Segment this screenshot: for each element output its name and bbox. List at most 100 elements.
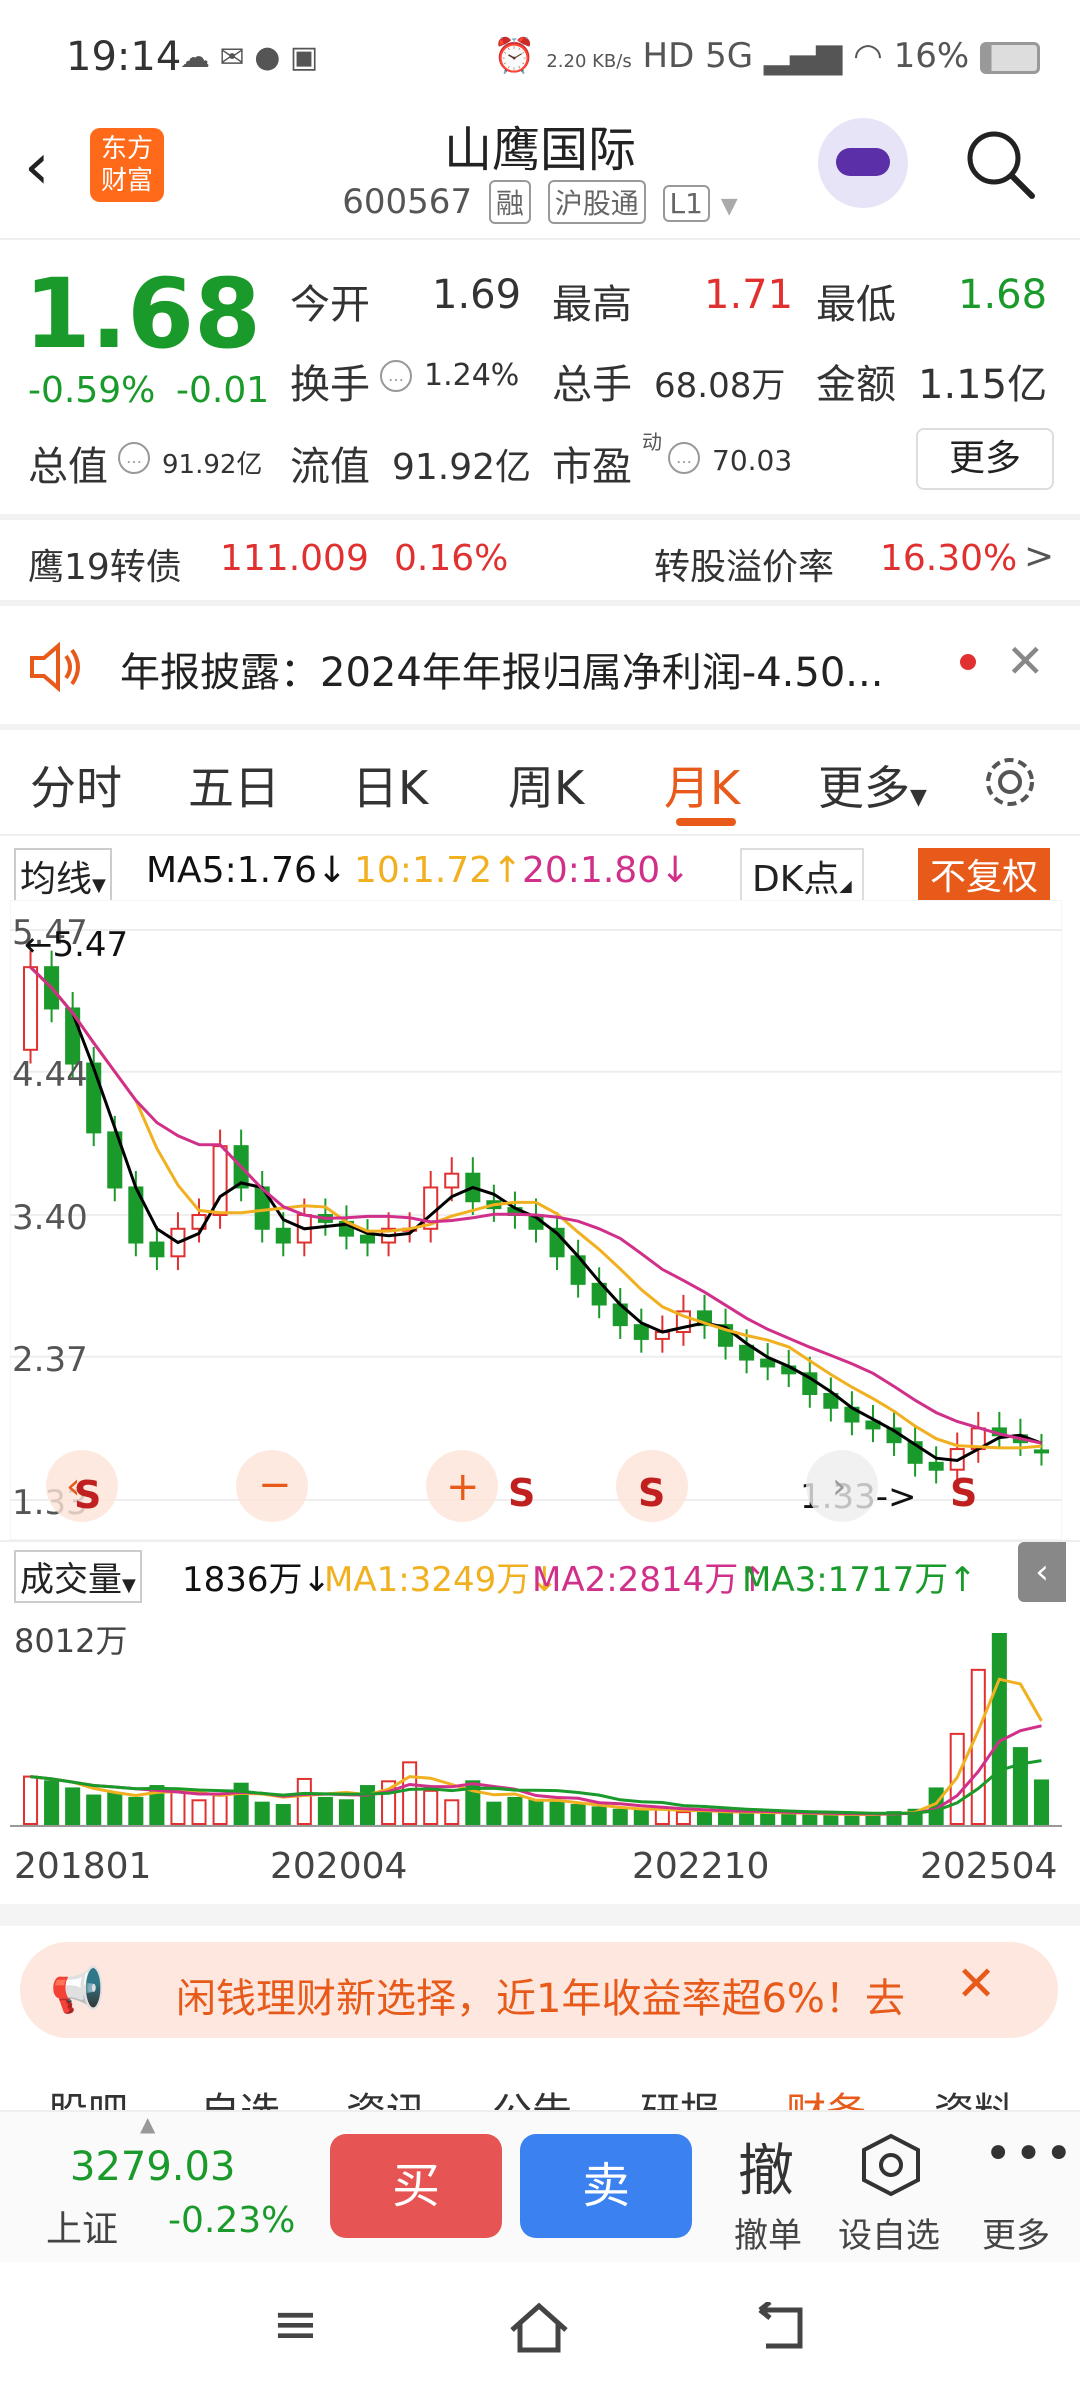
status-clock: 19:14 [66, 34, 182, 80]
volume-bar [107, 1792, 123, 1826]
settings-gear-icon[interactable] [980, 752, 1040, 812]
divider [0, 514, 1080, 520]
volume-bar [23, 1775, 39, 1825]
peek-tab[interactable]: 自选 [200, 2080, 280, 2110]
cancel-order-icon[interactable]: 撤 [738, 2126, 794, 2207]
notice-bar[interactable]: 年报披露：2024年年报归属净利润-4.50... ✕ [0, 612, 1080, 722]
buy-button[interactable]: 买 [330, 2134, 502, 2238]
home-icon[interactable] [506, 2300, 572, 2356]
status-right: ⏰ 2.20 KB/s HD 5G ▂▄▆ ◠ 16% [493, 36, 1040, 76]
add-watchlist-label[interactable]: 设自选 [838, 2208, 940, 2257]
index-value[interactable]: 3279.03 [70, 2144, 235, 2190]
volume-bar [507, 1796, 523, 1825]
close-icon[interactable]: ✕ [1006, 634, 1045, 688]
promo-banner[interactable]: 📢 闲钱理财新选择，近1年收益率超6%！去 ✕ [20, 1942, 1058, 2038]
volume-bar [317, 1796, 333, 1825]
mktcap-label: 总值 [28, 444, 108, 490]
promo-text: 闲钱理财新选择，近1年收益率超6%！去 [176, 1976, 905, 2022]
more-dots-icon[interactable]: ••• [984, 2126, 1075, 2182]
premium-value: 16.30% [880, 538, 1018, 579]
ma-selector[interactable]: 均线▼ [14, 848, 112, 904]
unread-dot [960, 654, 976, 670]
volume-bar [86, 1794, 102, 1825]
volume-bar [212, 1794, 228, 1825]
volume-bar [612, 1808, 628, 1826]
alarm-icon: ⏰ [493, 36, 536, 76]
status-bar: 19:14 ☁ ✉ ● ▣ ⏰ 2.20 KB/s HD 5G ▂▄▆ ◠ 16… [0, 0, 1080, 110]
dk-button[interactable]: DK点◢ [740, 848, 864, 904]
watchlist-hexagon-icon[interactable] [858, 2132, 924, 2198]
more-label[interactable]: 更多 [982, 2208, 1050, 2257]
battery-level: 16% [893, 36, 970, 76]
tab-intraday[interactable]: 分时 [30, 752, 122, 818]
ma20-legend: 20:1.80↓ [522, 850, 691, 891]
high-label: 最高 [552, 282, 632, 328]
minus-icon: − [258, 1462, 292, 1508]
stock-code: 600567 [342, 182, 473, 222]
tab-daily-k[interactable]: 日K [352, 752, 428, 818]
x-tick: 202504 [920, 1846, 1058, 1887]
spacer [0, 1904, 1080, 1926]
chevron-right-icon: › [832, 1466, 846, 1507]
volume-value: 68.08万 [654, 366, 786, 406]
vol-ma1: MA1:3249万↓ [324, 1560, 559, 1600]
convertible-bond-row[interactable]: 鹰19转债 111.009 0.16% 转股溢价率 16.30% > [0, 528, 1080, 598]
more-quote-button[interactable]: 更多 [916, 428, 1054, 490]
index-pct[interactable]: -0.23% [168, 2200, 295, 2241]
volume-bar [570, 1804, 586, 1825]
bond-price: 111.009 [220, 538, 369, 579]
info-icon[interactable]: … [668, 442, 700, 474]
peek-tab[interactable]: 研报 [640, 2080, 720, 2110]
tab-five-day[interactable]: 五日 [188, 752, 280, 818]
x-tick: 202210 [632, 1846, 770, 1887]
info-icon[interactable]: … [118, 442, 150, 474]
peek-tab[interactable]: 财务 [786, 2080, 866, 2110]
ma-legend-bar: 均线▼ MA5:1.76↓ 10:1.72↑ 20:1.80↓ DK点◢ 不复权 [14, 846, 1066, 904]
volume-bar [444, 1799, 460, 1825]
float-value: 91.92亿 [392, 447, 532, 488]
back-nav-icon[interactable] [750, 2302, 810, 2354]
price-adjust-button[interactable]: 不复权 [918, 848, 1051, 900]
tab-monthly-k[interactable]: 月K [664, 752, 740, 818]
volume-bar [718, 1811, 734, 1826]
sell-button[interactable]: 卖 [520, 2134, 692, 2238]
volume-bar [65, 1787, 81, 1826]
peek-tab[interactable]: 资讯 [346, 2080, 426, 2110]
open-label: 今开 [290, 282, 370, 328]
peek-tab-row: 股吧 自选 资讯 公告 研报 财务 资料 [0, 2056, 1080, 2110]
volume-chart: 8012万 [10, 1622, 1062, 1827]
amount-label: 金额 [816, 362, 896, 408]
peek-tab[interactable]: 公告 [492, 2080, 572, 2110]
signal-icon: HD 5G ▂▄▆ ◠ [642, 36, 883, 76]
caret-up-icon[interactable]: ▲ [140, 2112, 155, 2136]
info-icon[interactable]: … [380, 360, 412, 392]
index-name[interactable]: 上证 [46, 2200, 118, 2252]
candle-body [444, 1172, 460, 1189]
float-label: 流值 [290, 444, 370, 490]
volume-bar [254, 1801, 270, 1825]
peek-tab[interactable]: 资料 [934, 2080, 1014, 2110]
change-value: -0.01 [176, 370, 270, 411]
volume-bar [1033, 1779, 1049, 1826]
tab-weekly-k[interactable]: 周K [508, 752, 584, 818]
sell-signal: S [950, 1471, 977, 1515]
volume-selector[interactable]: 成交量▼ [14, 1550, 142, 1603]
candle-body [86, 1062, 102, 1134]
candle-body [1033, 1449, 1049, 1454]
pe-superscript: 动 [642, 430, 662, 454]
collapse-panel-icon[interactable]: ‹ [1018, 1542, 1066, 1602]
caret-down-icon: ▼ [910, 785, 927, 810]
menu-icon[interactable]: ≡ [272, 2292, 319, 2357]
cancel-order-label[interactable]: 撤单 [734, 2208, 802, 2257]
peek-tab[interactable]: 股吧 [48, 2080, 128, 2110]
search-icon[interactable] [964, 128, 1036, 200]
candle-body [23, 966, 39, 1051]
close-icon[interactable]: ✕ [956, 1956, 996, 2012]
tab-more[interactable]: 更多▼ [818, 752, 927, 818]
sell-signal: S [638, 1471, 665, 1515]
chevron-down-icon[interactable]: ▼ [721, 194, 738, 219]
volume-bar [844, 1813, 860, 1825]
divider [0, 834, 1080, 836]
volume-bar [170, 1789, 186, 1826]
kline-chart[interactable]: 5.474.443.402.371.33 ←5.47 1.33-> « − + … [10, 900, 1062, 1540]
